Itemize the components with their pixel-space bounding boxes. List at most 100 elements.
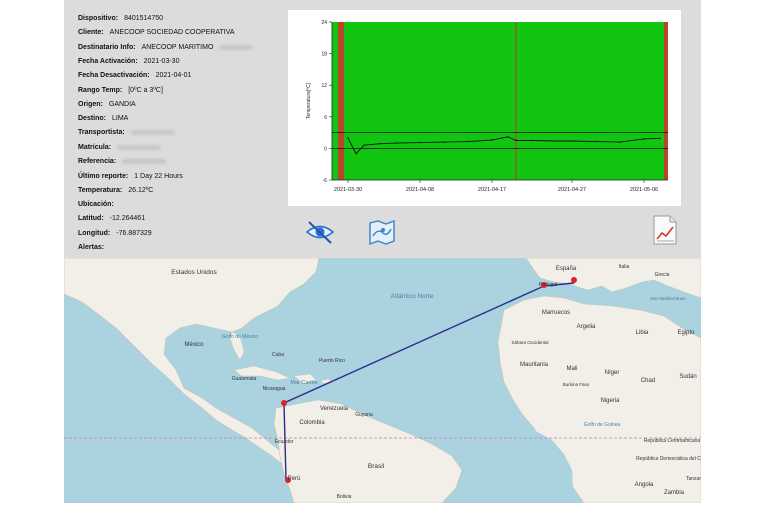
map-label-nicaragua: Nicaragua	[263, 386, 286, 392]
y-axis-label: Temperatura[ºC]	[306, 82, 312, 119]
field-row: Temperatura: 26.12ºC	[78, 187, 153, 194]
temperature-point	[555, 140, 557, 142]
field-value: -76.887329	[116, 230, 152, 237]
redacted-value	[122, 158, 167, 164]
route-marker-panama[interactable]	[281, 400, 287, 406]
temperature-point	[419, 141, 421, 144]
field-value: 1 Day 22 Hours	[134, 173, 183, 180]
y-tick-label: -6	[323, 178, 328, 184]
map-label-venezuela: Venezuela	[320, 406, 349, 412]
temperature-point	[531, 139, 533, 142]
map-label-golfo-mexico: Golfo de México	[222, 334, 258, 340]
field-row: Fecha Desactivación: 2021-04-01	[78, 72, 191, 79]
temperature-chart-svg: 24 18 12 6 0 -6 2021-03-30 2021-04-08 2021-04-17…	[306, 20, 668, 193]
field-value: LIMA	[112, 115, 129, 122]
map-label-niger: Níger	[605, 370, 620, 376]
map-label-nigeria: Nigeria	[600, 398, 620, 404]
field-value: 26.12ºC	[128, 187, 154, 194]
map-label-rep-centroafricana: República Centroafricana	[644, 438, 701, 444]
field-label: Fecha Activación:	[78, 58, 138, 65]
map-label-sudan: Sudán	[679, 374, 696, 380]
map-label-bolivia: Bolivia	[337, 494, 352, 500]
device-info-panel: Dispositivo: 8401514750 Cliente: ANECOOP SO…	[64, 0, 701, 258]
field-label: Destinatario Info:	[78, 44, 136, 51]
map-label-chad: Chad	[641, 378, 655, 384]
route-map[interactable]: Estados Unidos Atlántico Norte Golfo de Mé…	[64, 258, 701, 503]
y-tick-label: 0	[324, 146, 327, 152]
map-label-libia: Libia	[636, 330, 649, 336]
field-value: 8401514750	[124, 15, 163, 22]
map-label-peru: Perú	[288, 476, 301, 482]
field-row: Cliente: ANECOOP SOCIEDAD COOPERATIVA	[78, 29, 235, 36]
map-label-mar-mediterraneo: Mar Mediterráneo	[650, 296, 686, 301]
field-value: GANDIA	[108, 101, 136, 108]
field-label: Transportista:	[78, 129, 125, 136]
temperature-point	[595, 140, 597, 143]
temperature-point	[355, 152, 357, 155]
temperature-chart: 24 18 12 6 0 -6 2021-03-30 2021-04-08 2021-04-17…	[288, 10, 681, 206]
route-map-svg[interactable]: Estados Unidos Atlántico Norte Golfo de Mé…	[64, 258, 701, 503]
map-label-estados-unidos: Estados Unidos	[171, 269, 217, 276]
field-row: Fecha Activación: 2021-03-30	[78, 58, 179, 65]
field-label: Temperatura:	[78, 187, 123, 194]
field-label: Último reporte:	[78, 173, 129, 180]
temperature-point	[571, 140, 573, 142]
plot-area	[332, 22, 668, 180]
temperature-point	[467, 140, 469, 143]
map-label-cuba: Cuba	[272, 352, 284, 358]
eye-off-icon[interactable]	[304, 218, 336, 246]
field-row: Destinatario Info: ANECOOP MARITIMO	[78, 44, 254, 51]
route-marker-gandia[interactable]	[571, 277, 577, 283]
field-label: Latitud:	[78, 215, 104, 222]
map-label-marruecos: Marruecos	[542, 310, 570, 316]
redacted-value	[219, 44, 254, 50]
x-tick-label: 2021-04-27	[558, 187, 586, 193]
map-label-grecia: Grecia	[655, 272, 670, 278]
redacted-value	[130, 129, 175, 135]
map-label-zambia: Zambia	[664, 490, 685, 496]
map-label-portugal: Portugal	[539, 282, 558, 288]
temperature-point	[619, 141, 621, 143]
field-label: Destino:	[78, 115, 106, 122]
map-label-burkina-faso: Burkina Faso	[563, 382, 590, 387]
alarm-stripe	[664, 22, 668, 180]
x-tick-label: 2021-04-08	[406, 187, 434, 193]
map-label-espana: España	[556, 266, 577, 272]
y-tick-label: 18	[321, 52, 327, 58]
y-tick-label: 24	[321, 20, 327, 26]
map-label-italia: Italia	[619, 264, 630, 270]
field-value: [0ºC a 3ºC]	[128, 87, 163, 94]
map-label-tanzania: Tanzania	[686, 476, 701, 482]
chart-report-icon[interactable]	[648, 214, 680, 245]
y-tick-label: 6	[324, 115, 327, 121]
map-label-brasil: Brasil	[368, 463, 385, 470]
temperature-point	[491, 139, 493, 141]
map-label-rep-congo: República Democrática del Congo	[636, 456, 701, 462]
temperature-point	[643, 138, 645, 140]
temperature-point	[515, 139, 517, 142]
map-label-guyana: Guyana	[355, 412, 373, 418]
field-row: Matrícula:	[78, 144, 162, 151]
temperature-point	[443, 141, 445, 143]
redacted-value	[117, 144, 162, 150]
field-row: Rango Temp: [0ºC a 3ºC]	[78, 87, 163, 94]
field-row: Latitud: -12.264461	[78, 215, 145, 222]
field-label: Cliente:	[78, 29, 104, 36]
field-label: Longitud:	[78, 230, 111, 237]
map-label-golfo-guinea: Golfo de Guinea	[584, 422, 621, 428]
map-label-sahara-occidental: Sáhara Occidental	[511, 340, 548, 345]
map-label-guatemala: Guatemala	[232, 376, 257, 382]
field-row: Ubicación:	[78, 201, 114, 208]
field-label: Origen:	[78, 101, 103, 108]
map-view-icon[interactable]	[366, 218, 398, 246]
field-value: ANECOOP SOCIEDAD COOPERATIVA	[109, 29, 235, 36]
map-label-angola: Angola	[635, 482, 654, 488]
map-label-egipto: Egipto	[677, 330, 695, 336]
temperature-point	[395, 142, 397, 144]
temperature-point	[347, 137, 349, 139]
field-label: Ubicación:	[78, 201, 114, 208]
field-label: Fecha Desactivación:	[78, 72, 150, 79]
map-label-puerto-rico: Puerto Rico	[319, 358, 345, 364]
tracking-app: Dispositivo: 8401514750 Cliente: ANECOOP SO…	[64, 0, 701, 503]
temperature-point	[379, 142, 381, 145]
